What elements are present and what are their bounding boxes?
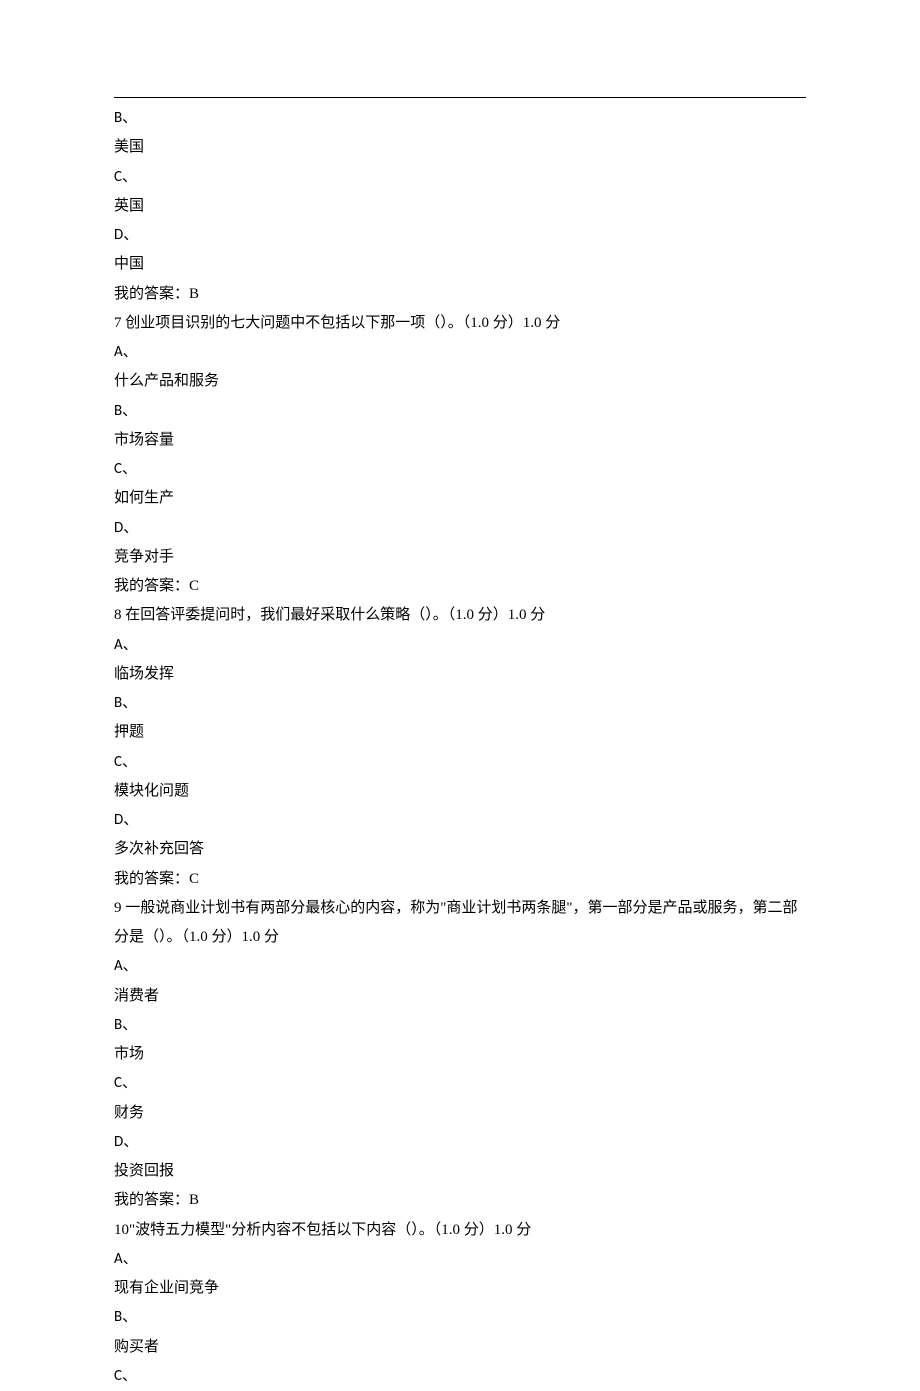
text-line: 我的答案：B: [114, 1186, 806, 1215]
text-line: 9 一般说商业计划书有两部分最核心的内容，称为"商业计划书两条腿"，第一部分是产…: [114, 894, 806, 953]
text-line: D、: [114, 514, 806, 543]
text-line: A、: [114, 1245, 806, 1274]
text-line: B、: [114, 1303, 806, 1332]
text-line: C、: [114, 1362, 806, 1391]
text-line: C、: [114, 455, 806, 484]
text-line: C、: [114, 163, 806, 192]
text-line: A、: [114, 952, 806, 981]
text-line: D、: [114, 221, 806, 250]
text-line: 消费者: [114, 982, 806, 1011]
text-line: B、: [114, 1011, 806, 1040]
text-line: 我的答案：C: [114, 865, 806, 894]
text-line: 多次补充回答: [114, 835, 806, 864]
text-line: 投资回报: [114, 1157, 806, 1186]
text-line: 什么产品和服务: [114, 367, 806, 396]
text-line: 购买者: [114, 1333, 806, 1362]
text-line: B、: [114, 689, 806, 718]
text-line: 10"波特五力模型"分析内容不包括以下内容（）。（1.0 分）1.0 分: [114, 1216, 806, 1245]
document-page: B、美国C、英国D、中国我的答案：B7 创业项目识别的七大问题中不包括以下那一项…: [0, 0, 920, 1391]
text-line: 竞争对手: [114, 543, 806, 572]
text-line: 美国: [114, 133, 806, 162]
text-line: D、: [114, 806, 806, 835]
text-line: B、: [114, 104, 806, 133]
header-underline: [114, 96, 806, 98]
text-line: 押题: [114, 718, 806, 747]
text-line: 模块化问题: [114, 777, 806, 806]
text-line: 8 在回答评委提问时，我们最好采取什么策略（）。（1.0 分）1.0 分: [114, 601, 806, 630]
text-line: 英国: [114, 192, 806, 221]
text-line: 中国: [114, 250, 806, 279]
text-line: C、: [114, 748, 806, 777]
text-line: B、: [114, 397, 806, 426]
text-line: 现有企业间竞争: [114, 1274, 806, 1303]
text-line: 如何生产: [114, 484, 806, 513]
text-line: A、: [114, 631, 806, 660]
text-line: A、: [114, 338, 806, 367]
text-line: 我的答案：B: [114, 280, 806, 309]
text-line: 市场: [114, 1040, 806, 1069]
text-line: 我的答案：C: [114, 572, 806, 601]
text-line: C、: [114, 1069, 806, 1098]
text-line: 7 创业项目识别的七大问题中不包括以下那一项（）。（1.0 分）1.0 分: [114, 309, 806, 338]
text-line: 财务: [114, 1099, 806, 1128]
text-line: D、: [114, 1128, 806, 1157]
text-line: 市场容量: [114, 426, 806, 455]
text-line: 临场发挥: [114, 660, 806, 689]
document-body: B、美国C、英国D、中国我的答案：B7 创业项目识别的七大问题中不包括以下那一项…: [114, 104, 806, 1391]
